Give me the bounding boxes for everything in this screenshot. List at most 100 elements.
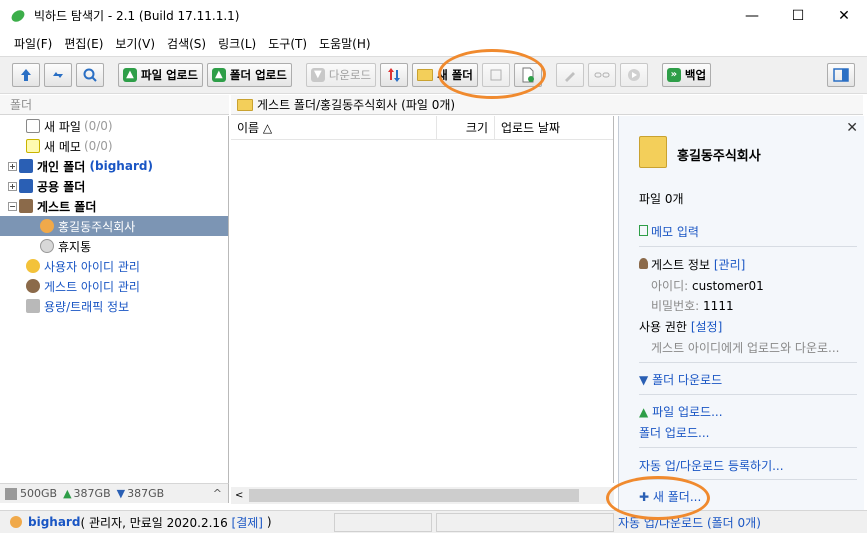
- minimize-button[interactable]: —: [729, 0, 775, 31]
- storage-status: 500GB ▲ 387GB ▼ 387GB ^: [0, 483, 229, 503]
- new-folder-button[interactable]: 새 폴더: [412, 63, 478, 87]
- expand-icon[interactable]: +: [8, 181, 17, 191]
- refresh-button[interactable]: [44, 63, 72, 87]
- close-button[interactable]: ✕: [821, 0, 867, 31]
- payment-link[interactable]: [결제]: [232, 514, 263, 531]
- folder-pane-header: 폴더: [0, 95, 229, 115]
- tree-item-usage-traffic[interactable]: 용량/트래픽 정보: [0, 296, 228, 316]
- menu-search[interactable]: 검색(S): [161, 33, 212, 55]
- new-folder-link[interactable]: ✚ 새 폴더...: [639, 488, 701, 505]
- new-folder-icon: [417, 69, 434, 81]
- manage-link[interactable]: [관리]: [714, 258, 745, 272]
- memo-icon: [639, 225, 648, 236]
- arrow-up-icon: ▲: [639, 405, 649, 419]
- toolbar: ▲ 파일 업로드 ▲ 폴더 업로드 ▼ 다운로드 새 폴더 » 백업: [0, 56, 867, 94]
- folder-icon: [237, 98, 253, 111]
- collapse-icon[interactable]: −: [8, 201, 17, 211]
- menu-view[interactable]: 보기(V): [109, 33, 161, 55]
- column-size[interactable]: 크기: [437, 115, 495, 140]
- memo-icon: [26, 139, 40, 153]
- guest-user-icon: [40, 219, 54, 233]
- up-folder-button[interactable]: [12, 63, 40, 87]
- chevron-up-icon[interactable]: ^: [213, 487, 222, 500]
- tree-item-shared-folder[interactable]: + 공용 폴더: [0, 176, 228, 196]
- transfer-button[interactable]: [380, 63, 409, 87]
- window-title: 빅하드 탐색기 - 2.1 (Build 17.11.1.1): [34, 9, 240, 23]
- tree-item-user-id-management[interactable]: 사용자 아이디 관리: [0, 256, 228, 276]
- user-icon: [10, 516, 22, 528]
- link-button[interactable]: [587, 63, 616, 87]
- guest-icon: [26, 279, 40, 293]
- tree-item-trash[interactable]: 휴지통: [0, 236, 228, 256]
- tree-item-guest-id-management[interactable]: 게스트 아이디 관리: [0, 276, 228, 296]
- menu-bar: 파일(F) 편집(E) 보기(V) 검색(S) 링크(L) 도구(T) 도움말(…: [0, 31, 867, 56]
- maximize-button[interactable]: ☐: [775, 0, 821, 31]
- tree-item-hong-company[interactable]: 홍길동주식회사: [0, 216, 228, 236]
- permission-description: 게스트 아이디에게 업로드와 다운로...: [651, 341, 840, 355]
- transfer-arrows-icon: [388, 68, 401, 82]
- users-icon: [26, 259, 40, 273]
- move-button[interactable]: [481, 63, 510, 87]
- auto-sync-link[interactable]: 자동 업/다운로드 등록하기...: [639, 457, 784, 474]
- permission-row: 사용 권한 [설정]: [639, 320, 723, 334]
- tree-item-new-memos[interactable]: 새 메모 (0/0): [0, 136, 228, 156]
- arrow-up-icon: [21, 69, 31, 81]
- plus-icon: ✚: [639, 490, 650, 504]
- folder-upload-link[interactable]: 폴더 업로드...: [639, 424, 709, 441]
- database-icon: [26, 299, 40, 313]
- download-button[interactable]: ▼ 다운로드: [305, 63, 377, 87]
- trash-icon: [40, 239, 54, 253]
- toggle-panel-button[interactable]: [827, 63, 855, 87]
- arrow-up-icon: ▲: [63, 487, 72, 500]
- new-file-button[interactable]: [513, 63, 542, 87]
- upload-icon: ▲: [211, 68, 226, 82]
- memo-link[interactable]: 메모 입력: [639, 223, 699, 240]
- folder-name: 홍길동주식회사: [677, 149, 761, 164]
- edit-button[interactable]: [555, 63, 584, 87]
- guest-id-row: 아이디: customer01: [651, 279, 764, 293]
- new-file-icon: [522, 67, 534, 83]
- play-button[interactable]: [619, 63, 648, 87]
- new-file-icon: [26, 119, 40, 133]
- auto-sync-status: 자동 업/다운로드 (폴더 0개): [618, 516, 761, 530]
- title-bar: 빅하드 탐색기 - 2.1 (Build 17.11.1.1) — ☐ ✕: [0, 0, 867, 31]
- tree-item-new-files[interactable]: 새 파일 (0/0): [0, 116, 228, 136]
- menu-help[interactable]: 도움말(H): [313, 33, 377, 55]
- path-bar: 게스트 폴더/홍길동주식회사 (파일 0개): [231, 95, 863, 115]
- user-name: bighard: [28, 515, 81, 529]
- link-icon: [594, 72, 610, 78]
- scroll-thumb[interactable]: [249, 489, 579, 502]
- tree-item-personal-folder[interactable]: + 개인 폴더 (bighard): [0, 156, 228, 176]
- menu-file[interactable]: 파일(F): [8, 33, 58, 55]
- folder-tree: 새 파일 (0/0) 새 메모 (0/0) + 개인 폴더 (bighard) + …: [0, 116, 229, 483]
- menu-edit[interactable]: 편집(E): [58, 33, 109, 55]
- edit-icon: [564, 72, 575, 82]
- chevron-left-icon[interactable]: <: [235, 490, 243, 501]
- computer-icon: [19, 159, 33, 173]
- menu-link[interactable]: 링크(L): [212, 33, 262, 55]
- file-list: 이름 △ 크기 업로드 날짜: [231, 115, 614, 483]
- horizontal-scrollbar[interactable]: <: [231, 487, 614, 504]
- file-count: 파일 0개: [639, 192, 684, 206]
- download-icon: ▼: [310, 68, 325, 82]
- column-name[interactable]: 이름 △: [231, 115, 437, 140]
- permission-setting-link[interactable]: [설정]: [691, 320, 722, 334]
- backup-icon: »: [666, 68, 681, 82]
- upload-icon: ▲: [123, 68, 137, 82]
- guest-folder-icon: [19, 199, 33, 213]
- expand-icon[interactable]: +: [8, 161, 17, 171]
- play-icon: [627, 69, 640, 81]
- folder-download-link[interactable]: ▼ 폴더 다운로드: [639, 371, 722, 388]
- search-button[interactable]: [76, 63, 104, 87]
- folder-icon: [639, 136, 667, 168]
- menu-tools[interactable]: 도구(T): [262, 33, 313, 55]
- file-upload-link[interactable]: ▲ 파일 업로드...: [639, 403, 723, 420]
- upload-file-button[interactable]: ▲ 파일 업로드: [118, 63, 203, 87]
- close-icon[interactable]: ✕: [846, 120, 858, 136]
- column-upload-date[interactable]: 업로드 날짜: [495, 116, 613, 140]
- upload-folder-button[interactable]: ▲ 폴더 업로드: [206, 63, 292, 87]
- tree-item-guest-folder[interactable]: − 게스트 폴더: [0, 196, 228, 216]
- guest-password-row: 비밀번호: 1111: [651, 299, 734, 313]
- panel-icon: [833, 68, 849, 82]
- backup-button[interactable]: » 백업: [661, 63, 712, 87]
